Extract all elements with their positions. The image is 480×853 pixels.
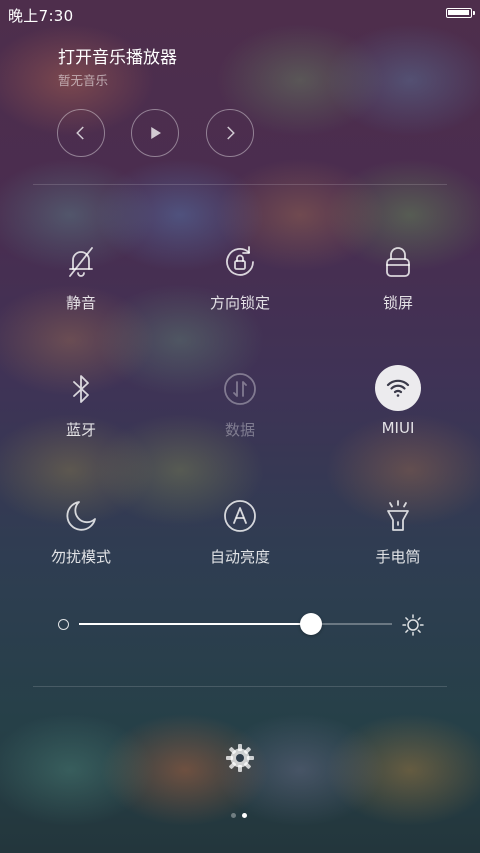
- play-button[interactable]: [131, 109, 179, 157]
- toggle-mute[interactable]: 静音: [21, 242, 141, 332]
- divider: [33, 686, 447, 687]
- toggle-label: 方向锁定: [209, 294, 270, 312]
- toggle-rotation-lock[interactable]: 方向锁定: [180, 242, 300, 332]
- rotation-lock-icon: [220, 242, 260, 282]
- music-player-title[interactable]: 打开音乐播放器: [58, 43, 177, 68]
- brightness-slider[interactable]: [79, 613, 392, 635]
- flashlight-icon: [378, 496, 418, 536]
- toggle-label: 勿扰模式: [50, 548, 111, 566]
- toggle-flashlight[interactable]: 手电筒: [338, 496, 458, 586]
- page-dot: [231, 813, 236, 818]
- lock-icon: [378, 242, 418, 282]
- chevron-left-icon: [76, 126, 84, 140]
- auto-brightness-icon: [220, 496, 260, 536]
- toggle-wifi[interactable]: MIUI: [338, 365, 458, 459]
- toggle-auto-brightness[interactable]: 自动亮度: [180, 496, 300, 586]
- brightness-fill: [79, 623, 311, 625]
- moon-icon: [61, 496, 101, 536]
- gear-icon[interactable]: [224, 742, 256, 774]
- bell-off-icon: [61, 242, 101, 282]
- toggle-label: 手电筒: [375, 548, 421, 566]
- wifi-icon: [375, 365, 421, 411]
- mobile-data-icon: [220, 369, 260, 409]
- brightness-min-icon: [58, 619, 69, 630]
- clock: 晚上7:30: [8, 7, 74, 25]
- toggle-label: 自动亮度: [209, 548, 270, 566]
- toggle-mobile-data[interactable]: 数据: [180, 369, 300, 459]
- toggle-lock-screen[interactable]: 锁屏: [338, 242, 458, 332]
- page-dot-active: [242, 813, 247, 818]
- status-bar: 晚上7:30: [0, 0, 480, 28]
- brightness-thumb[interactable]: [299, 613, 322, 635]
- battery-icon: [446, 8, 475, 18]
- music-status: 暂无音乐: [58, 73, 109, 88]
- toggle-label: 数据: [224, 421, 255, 439]
- sun-icon: [402, 614, 424, 636]
- battery-level: [448, 10, 469, 15]
- toggle-label: MIUI: [381, 419, 415, 437]
- toggle-do-not-disturb[interactable]: 勿扰模式: [21, 496, 141, 586]
- toggle-label: 静音: [65, 294, 96, 312]
- page-indicator: [231, 812, 251, 820]
- divider: [33, 184, 447, 185]
- play-icon: [151, 127, 161, 139]
- chevron-right-icon: [227, 126, 235, 140]
- next-track-button[interactable]: [206, 109, 254, 157]
- bluetooth-icon: [61, 369, 101, 409]
- toggle-label: 蓝牙: [65, 421, 96, 439]
- toggle-bluetooth[interactable]: 蓝牙: [21, 369, 141, 459]
- previous-track-button[interactable]: [57, 109, 105, 157]
- toggle-label: 锁屏: [382, 294, 413, 312]
